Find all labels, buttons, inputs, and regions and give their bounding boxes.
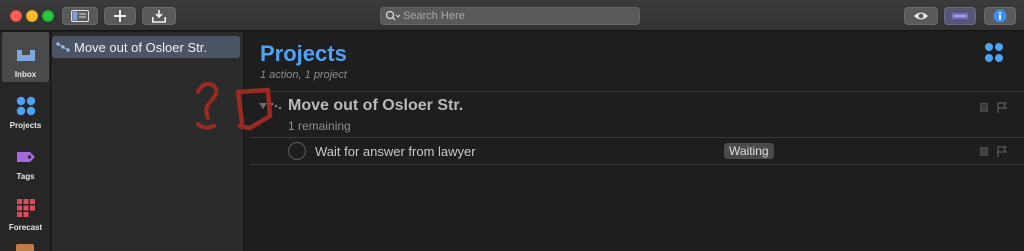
info-icon (993, 9, 1007, 23)
rail-label-forecast: Forecast (8, 223, 43, 232)
focus-button[interactable] (944, 7, 976, 25)
rail-item-projects[interactable]: Projects (2, 83, 49, 133)
projects-header-icon (985, 43, 1003, 62)
note-icon[interactable] (980, 103, 988, 112)
view-options-button[interactable] (904, 7, 938, 25)
forecast-calendar-icon (16, 199, 35, 217)
plus-icon (114, 10, 126, 22)
rail-label-tags: Tags (16, 172, 35, 181)
focus-icon (952, 13, 968, 19)
inspector-button[interactable] (984, 7, 1016, 25)
project-row[interactable]: Move out of Osloer Str. 1 remaining (250, 92, 1024, 137)
page-subtitle: 1 action, 1 project (260, 69, 347, 81)
project-sidebar: Move out of Osloer Str. (52, 32, 244, 251)
action-title[interactable]: Wait for answer from lawyer (315, 144, 476, 159)
search-field[interactable] (380, 7, 640, 25)
action-row[interactable]: Wait for answer from lawyer Waiting (250, 138, 1024, 164)
sequential-project-icon (56, 42, 70, 52)
project-title[interactable]: Move out of Osloer Str. (288, 97, 463, 115)
close-window-button[interactable] (10, 10, 22, 22)
projects-icon (16, 96, 35, 116)
project-remaining-count: 1 remaining (288, 119, 351, 133)
divider (250, 164, 1024, 165)
completion-checkbox[interactable] (288, 142, 306, 160)
quick-entry-button[interactable] (142, 7, 176, 25)
search-icon (385, 10, 401, 21)
title-bar (0, 0, 1024, 31)
sidebar-item-project[interactable]: Move out of Osloer Str. (52, 36, 240, 58)
rail-label-inbox: Inbox (14, 70, 37, 79)
tag-badge[interactable]: Waiting (724, 143, 774, 159)
flag-icon[interactable] (997, 146, 1007, 157)
eye-icon (914, 12, 928, 20)
toggle-sidebar-button[interactable] (62, 7, 98, 25)
inbox-icon (16, 50, 35, 61)
flag-icon[interactable] (997, 102, 1007, 113)
main-outline: Projects 1 action, 1 project Move out of… (245, 32, 1024, 251)
rail-item-forecast[interactable]: Forecast (2, 185, 49, 235)
flagged-icon-partial[interactable] (16, 244, 34, 251)
sequential-project-icon (270, 102, 282, 110)
rail-item-tags[interactable]: Tags (2, 134, 49, 184)
inbox-download-icon (152, 9, 166, 23)
zoom-window-button[interactable] (42, 10, 54, 22)
add-button[interactable] (104, 7, 136, 25)
sidebar-icon (71, 10, 89, 22)
search-input[interactable] (403, 10, 633, 22)
disclosure-triangle-icon[interactable] (258, 101, 268, 111)
tag-icon (16, 152, 35, 162)
minimize-window-button[interactable] (26, 10, 38, 22)
note-icon[interactable] (980, 147, 988, 156)
page-title: Projects (260, 41, 347, 66)
rail-label-projects: Projects (9, 121, 42, 130)
rail-item-inbox[interactable]: Inbox (2, 32, 49, 82)
sidebar-item-label: Move out of Osloer Str. (74, 39, 207, 55)
perspective-rail: Inbox Projects Tags Forecast (0, 32, 51, 251)
